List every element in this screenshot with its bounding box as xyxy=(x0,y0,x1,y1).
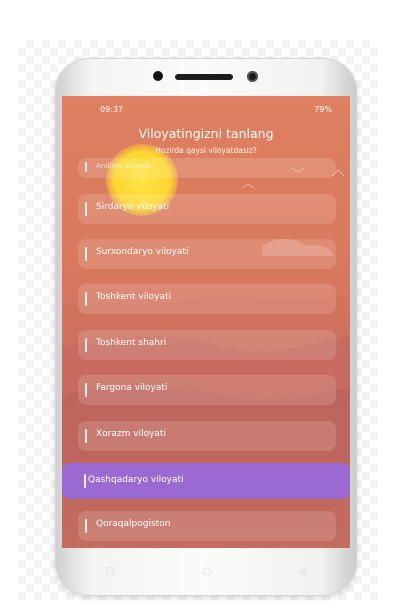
app-screen: 09:37 79% Viloyatingizni tanlang Hozirda… xyxy=(62,96,350,548)
region-item-toshkent-shahri[interactable]: Toshkent shahri xyxy=(78,330,336,360)
item-marker xyxy=(85,383,87,397)
earpiece-speaker xyxy=(175,74,233,80)
region-item-surxondaryo[interactable]: Surxondaryo viloyati xyxy=(78,239,336,269)
region-item-sirdaryo[interactable]: Sirdaryo viloyati xyxy=(78,194,336,224)
region-label: Andijon viloyati xyxy=(96,162,150,170)
item-marker xyxy=(85,247,87,261)
region-label: Xorazm viloyati xyxy=(96,429,166,439)
back-icon[interactable]: ◁ xyxy=(299,566,307,577)
android-nav-bar: □ ○ ◁ xyxy=(62,556,350,586)
region-item-toshkent-viloyati[interactable]: Toshkent viloyati xyxy=(78,284,336,314)
item-marker xyxy=(84,474,86,488)
region-label: Surxondaryo viloyati xyxy=(96,247,189,257)
region-item-andijon[interactable]: Andijon viloyati xyxy=(78,158,336,178)
region-label: Toshkent shahri xyxy=(96,338,167,348)
front-camera-icon xyxy=(153,71,163,81)
item-marker xyxy=(85,202,87,216)
region-item-xorazm[interactable]: Xorazm viloyati xyxy=(78,421,336,451)
region-item-qoraqalpogiston[interactable]: Qoraqalpogiston xyxy=(78,511,336,541)
item-marker xyxy=(85,519,87,533)
sensor-icon xyxy=(247,71,258,82)
region-label: Qashqadaryo viloyati xyxy=(88,475,184,485)
item-marker xyxy=(85,162,87,172)
region-item-fargona[interactable]: Fargona viloyati xyxy=(78,375,336,405)
recent-apps-icon[interactable]: □ xyxy=(106,566,115,577)
region-item-qashqadaryo[interactable]: Qashqadaryo viloyati xyxy=(62,463,350,499)
region-label: Toshkent viloyati xyxy=(96,292,172,302)
item-marker xyxy=(85,292,87,306)
region-label: Fargona viloyati xyxy=(96,383,168,393)
region-list: Andijon viloyati Sirdaryo viloyati Surxo… xyxy=(62,96,350,548)
region-label: Qoraqalpogiston xyxy=(96,519,171,529)
region-label: Sirdaryo viloyati xyxy=(96,202,170,212)
item-marker xyxy=(85,338,87,352)
item-marker xyxy=(85,429,87,443)
home-icon[interactable]: ○ xyxy=(202,566,211,577)
